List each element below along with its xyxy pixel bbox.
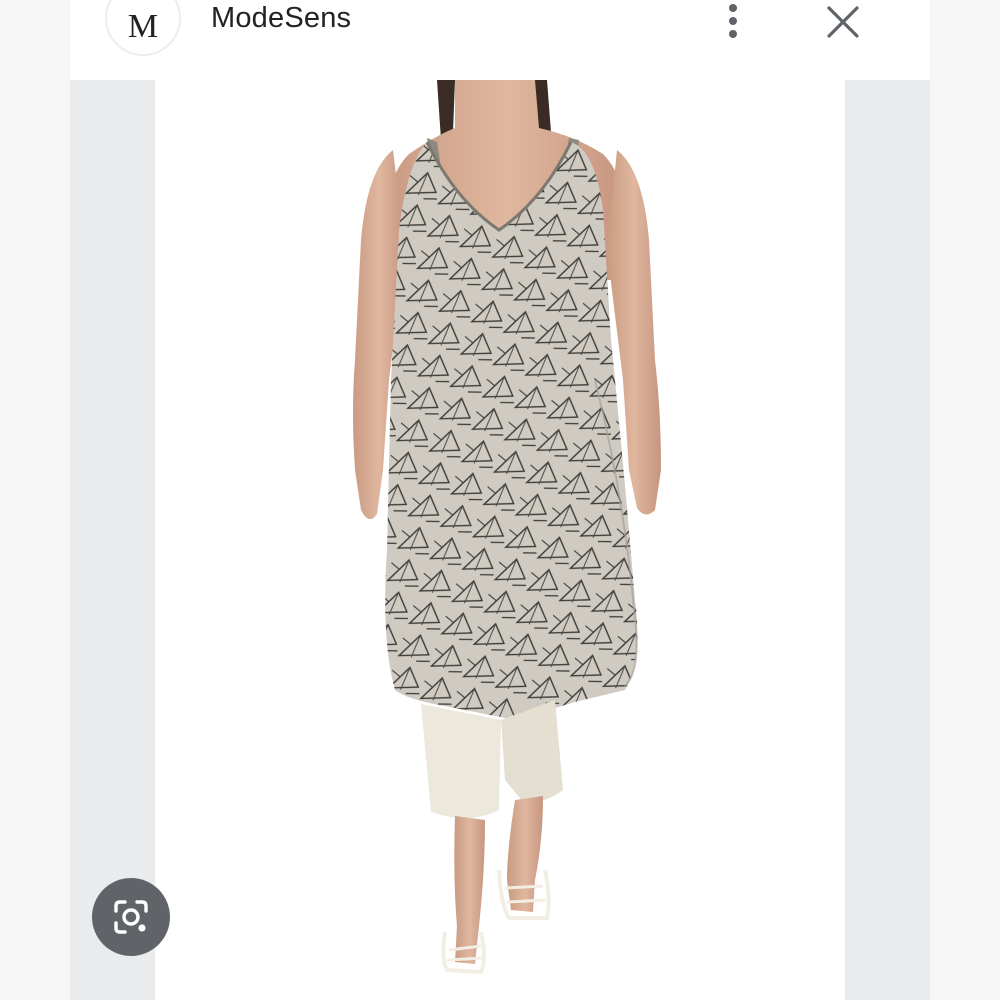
left-leg	[454, 816, 485, 964]
image-frame	[70, 80, 930, 1000]
right-leg	[507, 796, 543, 912]
more-vertical-icon	[729, 4, 737, 12]
more-options-button[interactable]	[718, 0, 748, 42]
close-icon	[827, 6, 859, 38]
more-vertical-icon	[729, 30, 737, 38]
left-margin	[0, 0, 70, 1000]
lens-search-button[interactable]	[92, 878, 170, 956]
lens-search-icon	[114, 900, 148, 934]
right-margin	[930, 0, 1000, 1000]
viewer-header: M ModeSens	[70, 0, 930, 80]
more-vertical-icon	[729, 17, 737, 25]
close-button[interactable]	[823, 3, 863, 43]
pants	[421, 704, 501, 818]
dress	[385, 142, 638, 720]
site-avatar[interactable]: M	[105, 0, 181, 56]
product-image[interactable]	[155, 80, 845, 1000]
site-initial: M	[127, 8, 159, 45]
site-name[interactable]: ModeSens	[211, 2, 351, 35]
model-photo	[353, 80, 661, 975]
image-viewer: M ModeSens	[0, 0, 1000, 1000]
